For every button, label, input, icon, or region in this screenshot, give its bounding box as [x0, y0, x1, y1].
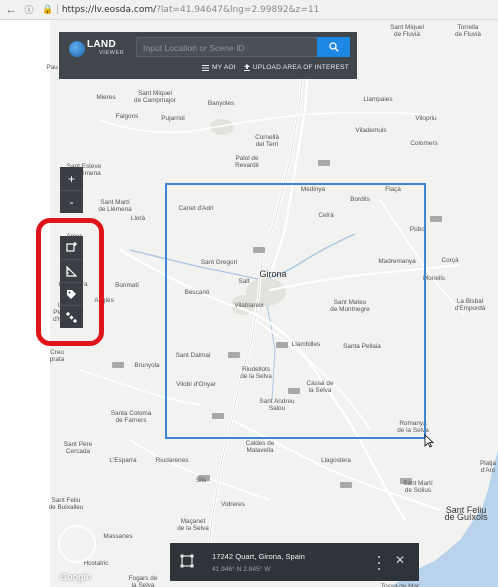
- upload-aoi-label: UPLOAD AREA OF INTEREST: [252, 64, 349, 71]
- place-label-bonmati: Bonmatí: [115, 282, 139, 289]
- place-label-falgons: Falgons: [115, 113, 139, 120]
- my-aoi-label: MY AOI: [211, 64, 236, 71]
- more-options-icon[interactable]: [376, 556, 382, 570]
- globe-icon: [69, 41, 85, 57]
- place-label-sant-marti-de-llemena: Sant Martí de Llémena: [98, 199, 132, 213]
- place-label-torrella-de-fluvia: Torrella de Fluvià: [455, 24, 481, 38]
- logo-text-line2: VIEWER: [99, 50, 125, 56]
- zoom-in-button[interactable]: +: [60, 167, 83, 190]
- place-label-la-bisbal-d-emporda: La Bisbal d'Empordà: [454, 298, 486, 312]
- list-icon: [201, 64, 209, 71]
- place-label-mieres: Mieres: [96, 94, 116, 101]
- location-coordinates: 41.946° N 2.845° W: [212, 566, 271, 573]
- place-label-lesparra: L'Esparra: [109, 457, 137, 464]
- back-arrow-icon[interactable]: ←: [4, 3, 18, 17]
- place-label-macanet-de-la-selva: Maçanet de la Selva: [177, 518, 209, 532]
- zoom-controls: + -: [60, 167, 83, 213]
- place-label-sant-pere-cercada: Sant Pere Cercada: [63, 441, 93, 455]
- place-label-caldes-de-malavella: Caldes de Malavella: [245, 440, 275, 454]
- place-label-sils: Sils: [195, 477, 207, 484]
- place-label-fogars-de-la-selva: Fogars de la Selva: [128, 575, 158, 587]
- upload-aoi-link[interactable]: UPLOAD AREA OF INTEREST: [243, 64, 349, 71]
- place-label-llampaies: Llampaies: [363, 96, 393, 103]
- place-label-vilopriu: Vilopriu: [415, 115, 437, 122]
- logo-text-line1: LAND: [87, 39, 116, 50]
- location-title: 17242 Quart, Girona, Spain: [212, 552, 305, 561]
- mouse-cursor-icon: [424, 434, 434, 448]
- place-label-hostalric: Hostalric: [83, 560, 109, 567]
- red-highlight-annotation: [36, 218, 104, 346]
- place-label-banyoles: Banyoles: [207, 100, 235, 107]
- place-label-sant-marti-de-solius: Sant Martí de Solius: [403, 480, 433, 494]
- search-button[interactable]: [317, 37, 350, 57]
- area-of-interest-rectangle[interactable]: [165, 183, 426, 439]
- browser-address-bar: ← ⓘ 🔒 | https://lv.eosda.com/?lat=41.946…: [0, 0, 498, 20]
- url-text[interactable]: https://lv.eosda.com/?lat=41.94647&lng=2…: [62, 5, 320, 15]
- location-info-panel: 17242 Quart, Girona, Spain 41.946° N 2.8…: [170, 543, 419, 581]
- upload-icon: [243, 64, 250, 71]
- place-label-creu: Creu prata: [49, 349, 65, 363]
- place-label-cornella-del-terri: Cornellà del Terri: [255, 134, 279, 148]
- url-path: ?lat=41.94647&lng=2.99892&z=11: [156, 4, 320, 15]
- place-label-pau: Pau: [46, 64, 58, 71]
- place-label-sant-miquel-de-fluvia: Sant Miquel de Fluvià: [390, 24, 424, 38]
- place-label-vidreres: Vidreres: [221, 501, 245, 508]
- search-icon: [328, 42, 339, 52]
- url-host: https://lv.eosda.com/: [61, 4, 157, 15]
- google-logo: Google: [60, 572, 91, 582]
- place-label-sant-miquel-de-campmajor: Sant Miquel de Campmajor: [134, 90, 176, 104]
- place-label-sant-feliu-de-buixalleu: Sant Feliu de Buixalleu: [48, 497, 84, 511]
- lock-icon: 🔒: [42, 4, 54, 14]
- place-label-colomers: Colomers: [410, 140, 438, 147]
- place-label-sant-feliu-de-guixols: Sant Feliu de Guíxols: [444, 505, 488, 522]
- area-select-icon[interactable]: [180, 554, 194, 568]
- place-label-llora: Llorà: [130, 215, 146, 222]
- place-label-pujarnol: Pujarnol: [161, 115, 185, 122]
- info-icon[interactable]: ⓘ: [22, 3, 36, 17]
- place-label-riudarenes: Riudarenes: [155, 457, 189, 464]
- place-label-tossa-de-mar: Tossa de Mar: [380, 583, 420, 587]
- place-label-llagostera: Llagostera: [321, 457, 351, 464]
- place-label-brunyola: Brunyola: [134, 362, 160, 369]
- place-label-platja-d-aro: Platja d'Aro: [480, 460, 496, 474]
- place-label-vilademuls: Vilademuls: [355, 127, 387, 134]
- my-aoi-link[interactable]: MY AOI: [201, 64, 236, 71]
- close-icon[interactable]: ✕: [395, 553, 405, 567]
- street-view-circle: [58, 525, 96, 563]
- landviewer-logo[interactable]: LAND VIEWER: [69, 36, 127, 62]
- place-label-palol-de-revardit: Palol de Revardit: [235, 155, 259, 169]
- place-label-santa-coloma-de-farners: Santa Coloma de Farners: [110, 410, 152, 424]
- place-label-corca: Corçà: [441, 257, 459, 264]
- place-label-massanes: Massanes: [103, 533, 133, 540]
- zoom-out-button[interactable]: -: [60, 190, 83, 213]
- place-label-monells: Monells: [422, 275, 446, 282]
- landviewer-header: LAND VIEWER MY AOI UPLOAD AREA OF INTERE…: [59, 32, 357, 79]
